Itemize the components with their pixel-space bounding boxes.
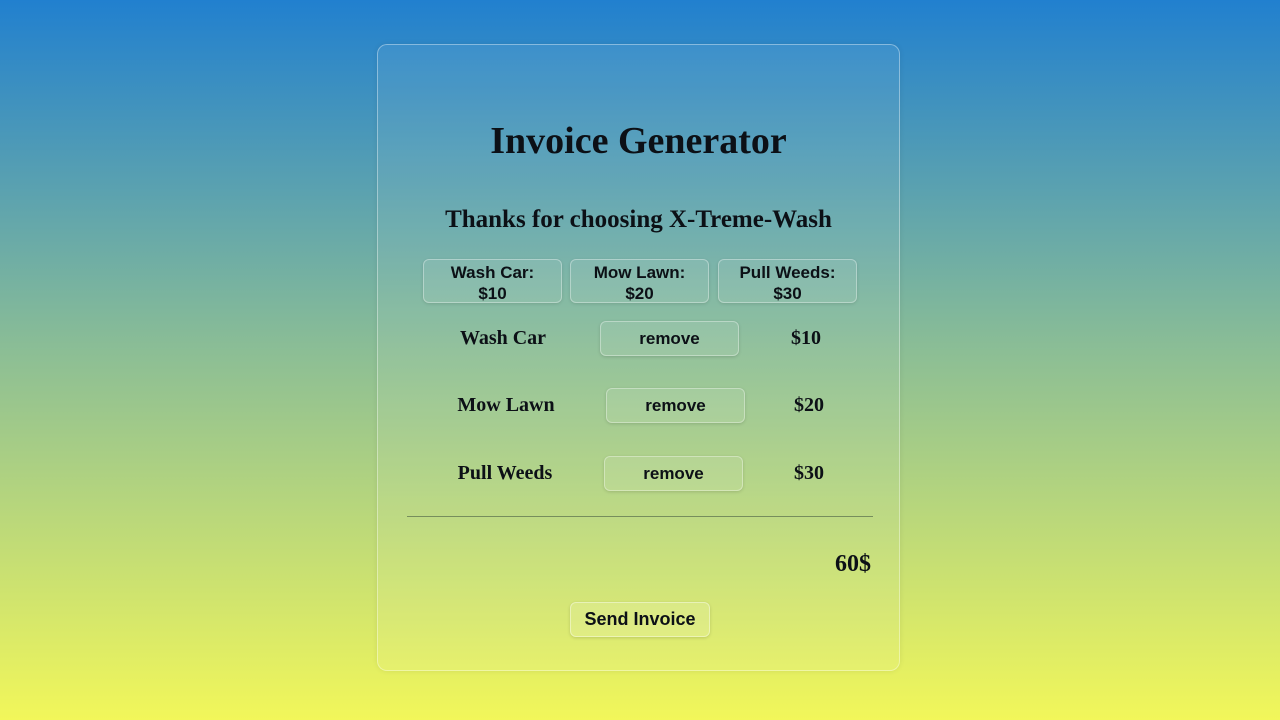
pull-weeds-button[interactable]: Pull Weeds: $30 (718, 259, 857, 303)
divider (407, 516, 873, 517)
mow-lawn-button[interactable]: Mow Lawn: $20 (570, 259, 709, 303)
item-name-pull-weeds: Pull Weeds (457, 462, 553, 484)
service-name: Mow Lawn: (593, 263, 686, 282)
item-price-pull-weeds: $30 (794, 462, 824, 484)
service-name: Wash Car: (450, 263, 535, 282)
page-subtitle: Thanks for choosing X-Treme-Wash (445, 206, 832, 233)
remove-pull-weeds-button[interactable]: remove (604, 456, 743, 491)
page-title: Invoice Generator (490, 120, 787, 162)
remove-mow-lawn-button[interactable]: remove (606, 388, 745, 423)
remove-wash-car-button[interactable]: remove (600, 321, 739, 356)
service-price: $20 (625, 284, 654, 303)
item-price-wash-car: $10 (791, 327, 821, 349)
item-name-mow-lawn: Mow Lawn (457, 394, 555, 416)
send-invoice-button[interactable]: Send Invoice (570, 602, 710, 637)
service-price: $10 (478, 284, 507, 303)
item-price-mow-lawn: $20 (794, 394, 824, 416)
service-name: Pull Weeds: (739, 263, 836, 282)
invoice-card: Invoice Generator Thanks for choosing X-… (377, 44, 900, 671)
service-price: $30 (773, 284, 802, 303)
invoice-total: 60$ (835, 551, 871, 577)
item-name-wash-car: Wash Car (459, 327, 547, 349)
wash-car-button[interactable]: Wash Car: $10 (423, 259, 562, 303)
